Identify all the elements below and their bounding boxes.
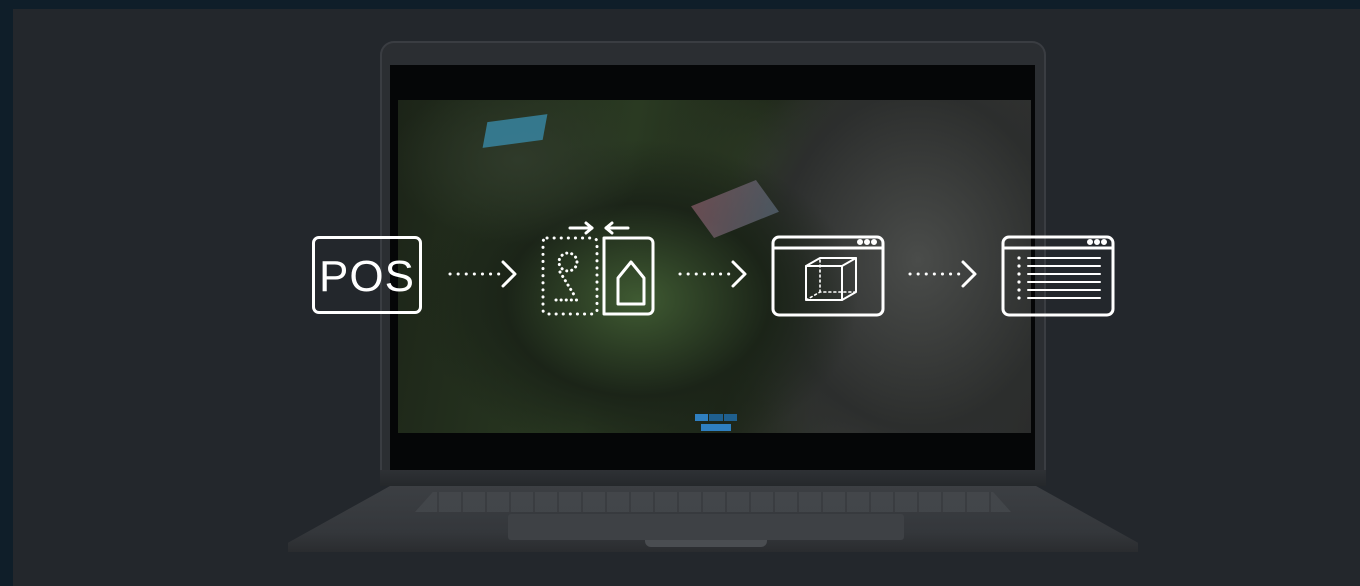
dotted-arrow-icon bbox=[908, 260, 977, 288]
align-2d-house-icon bbox=[541, 221, 655, 316]
dotted-arrow-icon bbox=[448, 260, 517, 288]
dotted-arrow-icon bbox=[678, 260, 747, 288]
workflow-overlay bbox=[448, 221, 1115, 317]
browser-3d-cube-icon bbox=[771, 235, 885, 317]
browser-list-report-icon bbox=[1001, 235, 1115, 317]
